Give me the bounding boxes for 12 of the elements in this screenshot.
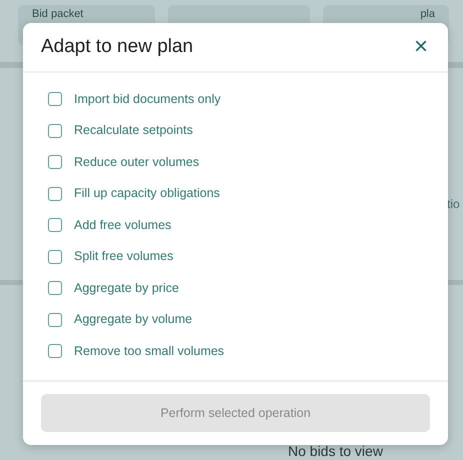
option-label: Remove too small volumes <box>74 342 224 360</box>
option-label: Split free volumes <box>74 248 174 266</box>
option-label: Aggregate by price <box>74 280 179 297</box>
dialog-title: Adapt to new plan <box>41 36 194 58</box>
option-label: Add free volumes <box>74 216 172 234</box>
empty-message: No bids to view <box>288 442 383 460</box>
option-label: Aggregate by volume <box>74 311 192 328</box>
option-label: Fill up capacity obligations <box>74 185 220 202</box>
background-text: tio <box>447 196 460 213</box>
option-label: Recalculate setpoints <box>74 122 193 140</box>
option-label: Reduce outer volumes <box>74 154 200 171</box>
option-label: Import bid documents only <box>74 90 221 108</box>
